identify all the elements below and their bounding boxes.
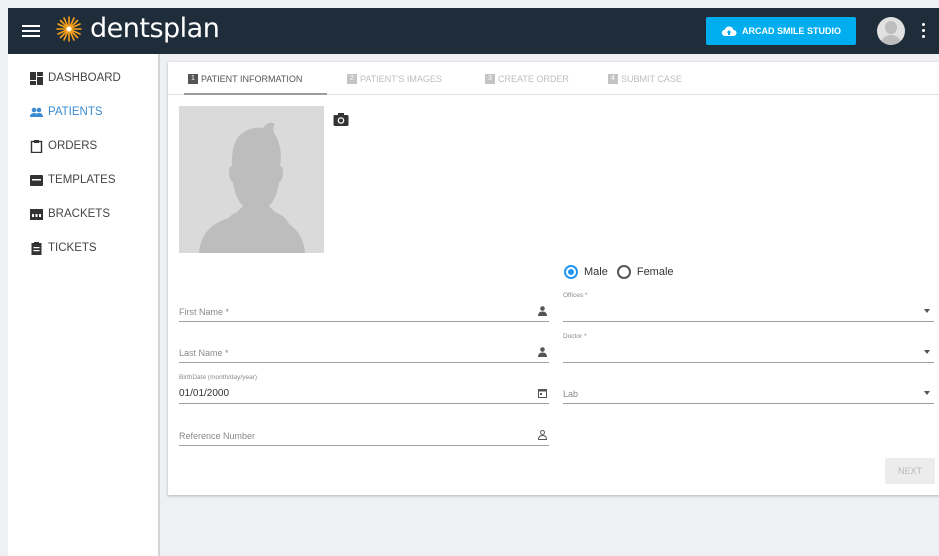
ticket-icon <box>31 241 42 255</box>
step-number: 3 <box>485 73 495 84</box>
studio-button-label: ARCAD SMILE STUDIO <box>742 26 841 36</box>
sidebar-item-label: DASHBOARD <box>48 72 121 84</box>
reference-number-field[interactable]: Reference Number <box>179 418 549 446</box>
tab-label: PATIENT'S IMAGES <box>360 73 442 84</box>
sidebar-item-label: PATIENTS <box>48 106 103 118</box>
person-silhouette-icon <box>199 122 305 253</box>
hamburger-menu-icon[interactable] <box>22 22 40 40</box>
sidebar-item-orders[interactable]: ORDERS <box>8 129 158 163</box>
patient-form-card: 1 PATIENT INFORMATION 2 PATIENT'S IMAGES… <box>168 62 939 495</box>
camera-icon[interactable] <box>333 112 349 127</box>
brand-name: dentsplan <box>90 13 220 44</box>
last-name-placeholder: Last Name * <box>179 348 229 358</box>
asterisk-logo-icon <box>56 15 82 42</box>
sidebar-item-dashboard[interactable]: DASHBOARD <box>8 61 158 95</box>
lab-placeholder: Lab <box>563 389 579 399</box>
tab-patient-information[interactable]: 1 PATIENT INFORMATION <box>188 62 302 95</box>
avatar-head <box>885 21 897 34</box>
last-name-field[interactable]: Last Name * <box>179 335 549 363</box>
arcad-smile-studio-button[interactable]: ARCAD SMILE STUDIO <box>706 17 856 45</box>
next-button[interactable]: NEXT <box>885 458 935 484</box>
sidebar-item-tickets[interactable]: TICKETS <box>8 231 158 265</box>
clipboard-icon <box>30 139 43 153</box>
more-vert-icon[interactable] <box>919 23 927 41</box>
sidebar-item-label: BRACKETS <box>48 208 110 220</box>
sidebar: DASHBOARD PATIENTS ORDERS TEMPLATES BRAC… <box>8 54 160 556</box>
male-label: Male <box>584 266 608 278</box>
avatar-body <box>880 35 902 45</box>
first-name-field[interactable]: First Name * <box>179 294 549 322</box>
active-tab-indicator <box>184 93 327 95</box>
dashboard-icon <box>30 71 43 85</box>
first-name-placeholder: First Name * <box>179 307 230 317</box>
step-number: 1 <box>188 73 198 84</box>
sidebar-item-brackets[interactable]: BRACKETS <box>8 197 158 231</box>
person-icon <box>538 347 547 357</box>
user-avatar[interactable] <box>877 17 905 45</box>
person-icon <box>538 306 547 316</box>
offices-label: Offices * <box>563 292 588 299</box>
brackets-icon <box>30 208 43 220</box>
calendar-icon <box>538 389 547 398</box>
dropdown-arrow-icon <box>924 309 930 313</box>
offices-select[interactable]: Offices * <box>563 292 934 322</box>
female-radio[interactable] <box>616 265 631 279</box>
sidebar-item-label: TEMPLATES <box>48 174 116 186</box>
gender-radio-group: Male Female <box>564 265 683 279</box>
sidebar-item-templates[interactable]: TEMPLATES <box>8 163 158 197</box>
logo: dentsplan <box>54 13 220 44</box>
step-number: 4 <box>608 73 618 84</box>
tab-label: SUBMIT CASE <box>621 73 682 84</box>
tab-submit-case[interactable]: 4 SUBMIT CASE <box>608 62 682 95</box>
stepper-tabs: 1 PATIENT INFORMATION 2 PATIENT'S IMAGES… <box>168 62 939 95</box>
tab-patients-images[interactable]: 2 PATIENT'S IMAGES <box>347 62 442 95</box>
birthdate-label: BirthDate (month/day/year) <box>179 374 258 381</box>
sidebar-item-label: ORDERS <box>48 140 98 152</box>
tab-label: PATIENT INFORMATION <box>201 73 303 84</box>
people-icon <box>30 107 43 117</box>
top-bar: dentsplan ARCAD SMILE STUDIO <box>8 8 939 54</box>
doctor-label: Doctor * <box>563 333 587 340</box>
sidebar-item-patients[interactable]: PATIENTS <box>8 95 158 129</box>
female-label: Female <box>636 266 674 278</box>
person-outline-icon <box>538 430 547 440</box>
birthdate-value: 01/01/2000 <box>179 388 230 399</box>
tab-label: CREATE ORDER <box>498 73 569 84</box>
step-number: 2 <box>347 73 357 84</box>
birthdate-field[interactable]: BirthDate (month/day/year) 01/01/2000 <box>179 374 549 404</box>
cloud-upload-icon <box>721 26 737 37</box>
patient-photo-placeholder <box>179 106 324 253</box>
tab-create-order[interactable]: 3 CREATE ORDER <box>485 62 569 95</box>
reference-number-placeholder: Reference Number <box>179 431 256 441</box>
doctor-select[interactable]: Doctor * <box>563 333 934 363</box>
dropdown-arrow-icon <box>924 391 930 395</box>
lab-select[interactable]: Lab <box>563 376 934 404</box>
dropdown-arrow-icon <box>924 350 930 354</box>
male-radio[interactable] <box>564 265 578 279</box>
template-icon <box>30 174 43 186</box>
sidebar-item-label: TICKETS <box>48 242 97 254</box>
